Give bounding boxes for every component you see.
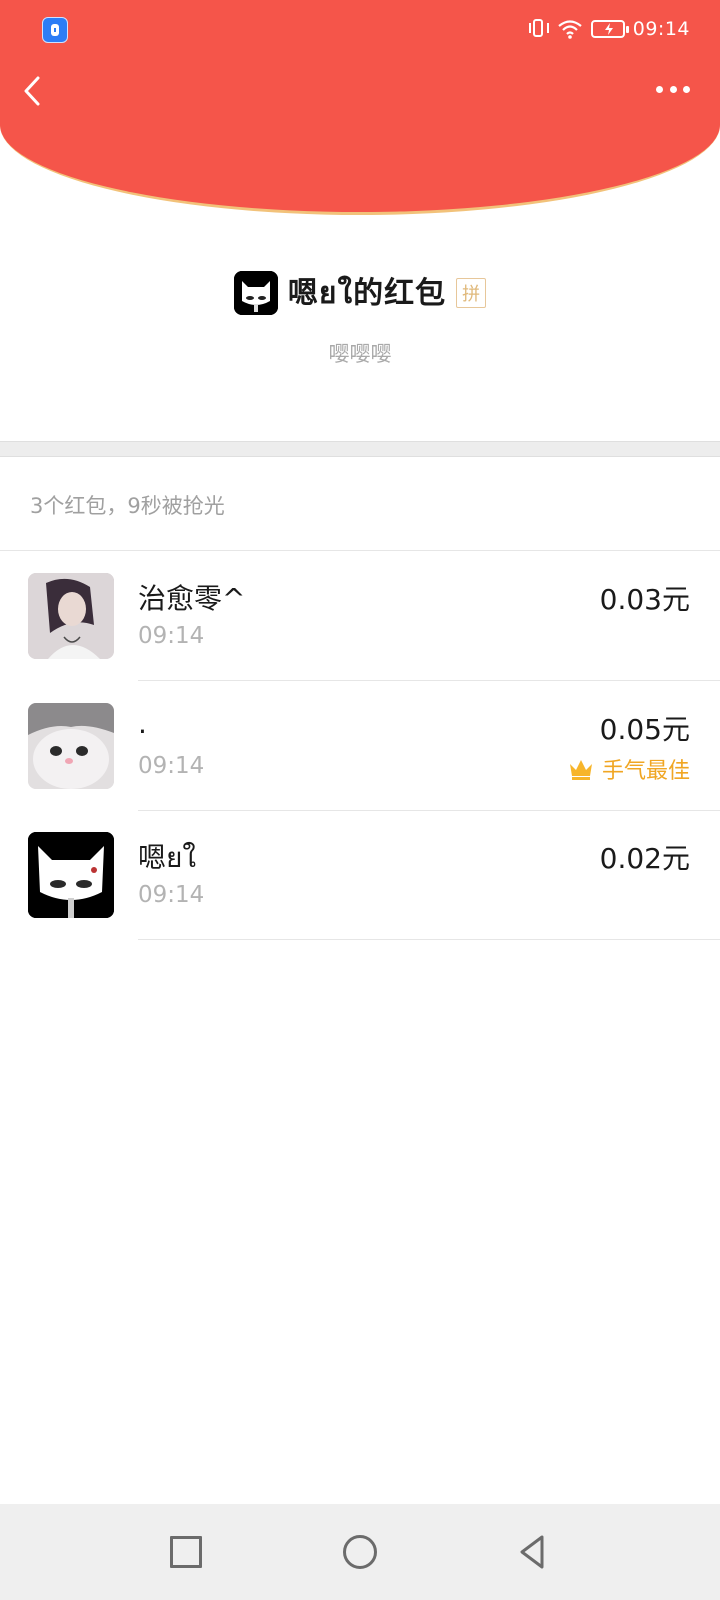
vibrate-icon xyxy=(528,18,549,40)
record-amount: 0.03元 xyxy=(599,583,690,616)
packet-title: 嗯ยใ的红包 xyxy=(287,276,447,311)
record-amount: 0.05元 xyxy=(599,713,690,746)
best-luck-label: 手气最佳 xyxy=(601,759,690,784)
red-packet-header: 09:14 xyxy=(0,0,720,215)
record-name: 治愈零^ xyxy=(138,582,246,615)
pin-badge: 拼 xyxy=(456,277,487,308)
home-icon[interactable] xyxy=(343,1535,377,1569)
app-shield-icon xyxy=(42,17,68,43)
best-luck-tag: 手气最佳 xyxy=(568,753,690,785)
sender-avatar xyxy=(233,270,278,315)
section-separator xyxy=(0,441,720,457)
back-triangle-icon[interactable] xyxy=(516,1534,552,1570)
wifi-icon xyxy=(558,20,582,39)
record-row[interactable]: 嗯ยใ 09:14 0.02元 xyxy=(0,810,720,940)
record-name: 嗯ยใ xyxy=(138,841,197,874)
status-icons: 09:14 xyxy=(528,16,690,42)
record-row[interactable]: . 09:14 0.05元 手气最佳 xyxy=(0,681,720,811)
avatar xyxy=(28,703,114,789)
avatar xyxy=(28,832,114,918)
record-time: 09:14 xyxy=(138,623,205,649)
record-time: 09:14 xyxy=(138,753,205,779)
chevron-left-icon[interactable] xyxy=(20,74,46,108)
avatar xyxy=(28,573,114,659)
status-bar: 09:14 xyxy=(0,0,720,58)
packet-title-row: 嗯ยใ的红包 拼 xyxy=(0,268,720,317)
battery-charging-icon xyxy=(590,20,629,38)
record-amount: 0.02元 xyxy=(599,842,690,875)
packet-message: 嘤嘤嘤 xyxy=(328,342,392,366)
system-nav-bar xyxy=(0,1504,720,1600)
status-time: 09:14 xyxy=(632,18,690,40)
divider xyxy=(138,939,720,940)
record-time: 09:14 xyxy=(138,882,205,908)
crown-icon xyxy=(569,760,592,780)
more-dots-icon[interactable] xyxy=(656,86,690,96)
record-name: . xyxy=(138,707,147,740)
record-row[interactable]: 治愈零^ 09:14 0.03元 xyxy=(0,551,720,681)
packet-summary: 3个红包，9秒被抢光 xyxy=(30,494,225,518)
recent-apps-icon[interactable] xyxy=(170,1536,202,1568)
